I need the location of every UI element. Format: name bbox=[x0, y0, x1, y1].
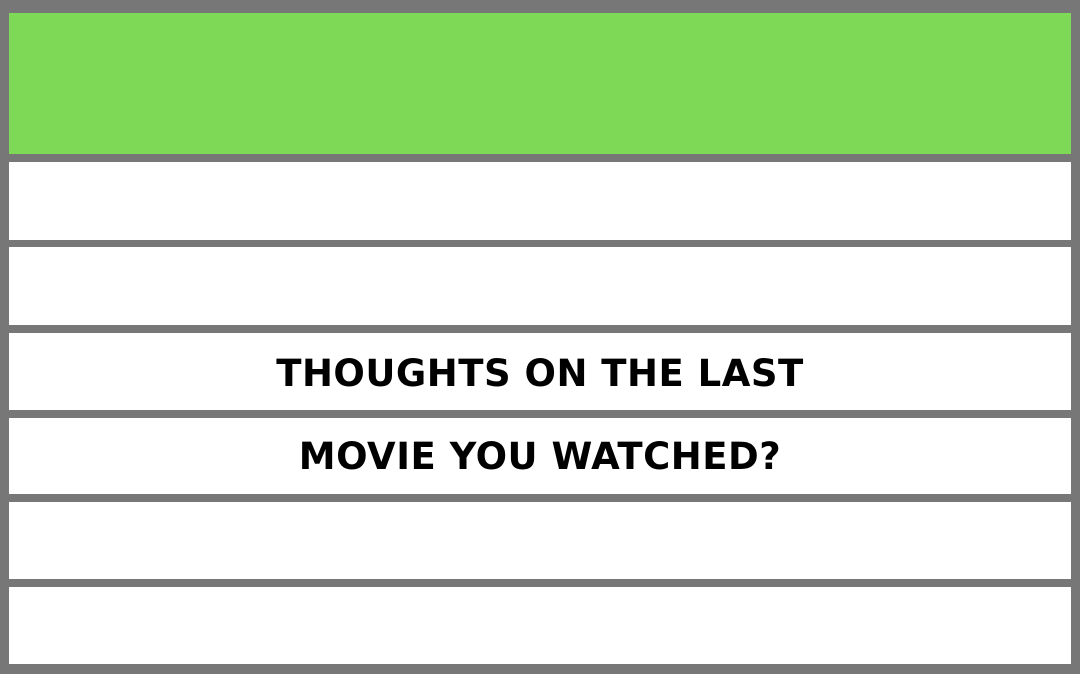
prompt-line-2: MOVIE YOU WATCHED? bbox=[298, 434, 782, 478]
blank-row bbox=[9, 587, 1071, 664]
prompt-row-2: MOVIE YOU WATCHED? bbox=[9, 418, 1071, 494]
header-band bbox=[9, 13, 1071, 154]
blank-row bbox=[9, 162, 1071, 240]
blank-row bbox=[9, 502, 1071, 579]
prompt-line-1: THOUGHTS ON THE LAST bbox=[276, 352, 804, 395]
lined-card: THOUGHTS ON THE LAST MOVIE YOU WATCHED? bbox=[0, 0, 1080, 674]
prompt-row-1: THOUGHTS ON THE LAST bbox=[9, 333, 1071, 410]
blank-row bbox=[9, 247, 1071, 325]
